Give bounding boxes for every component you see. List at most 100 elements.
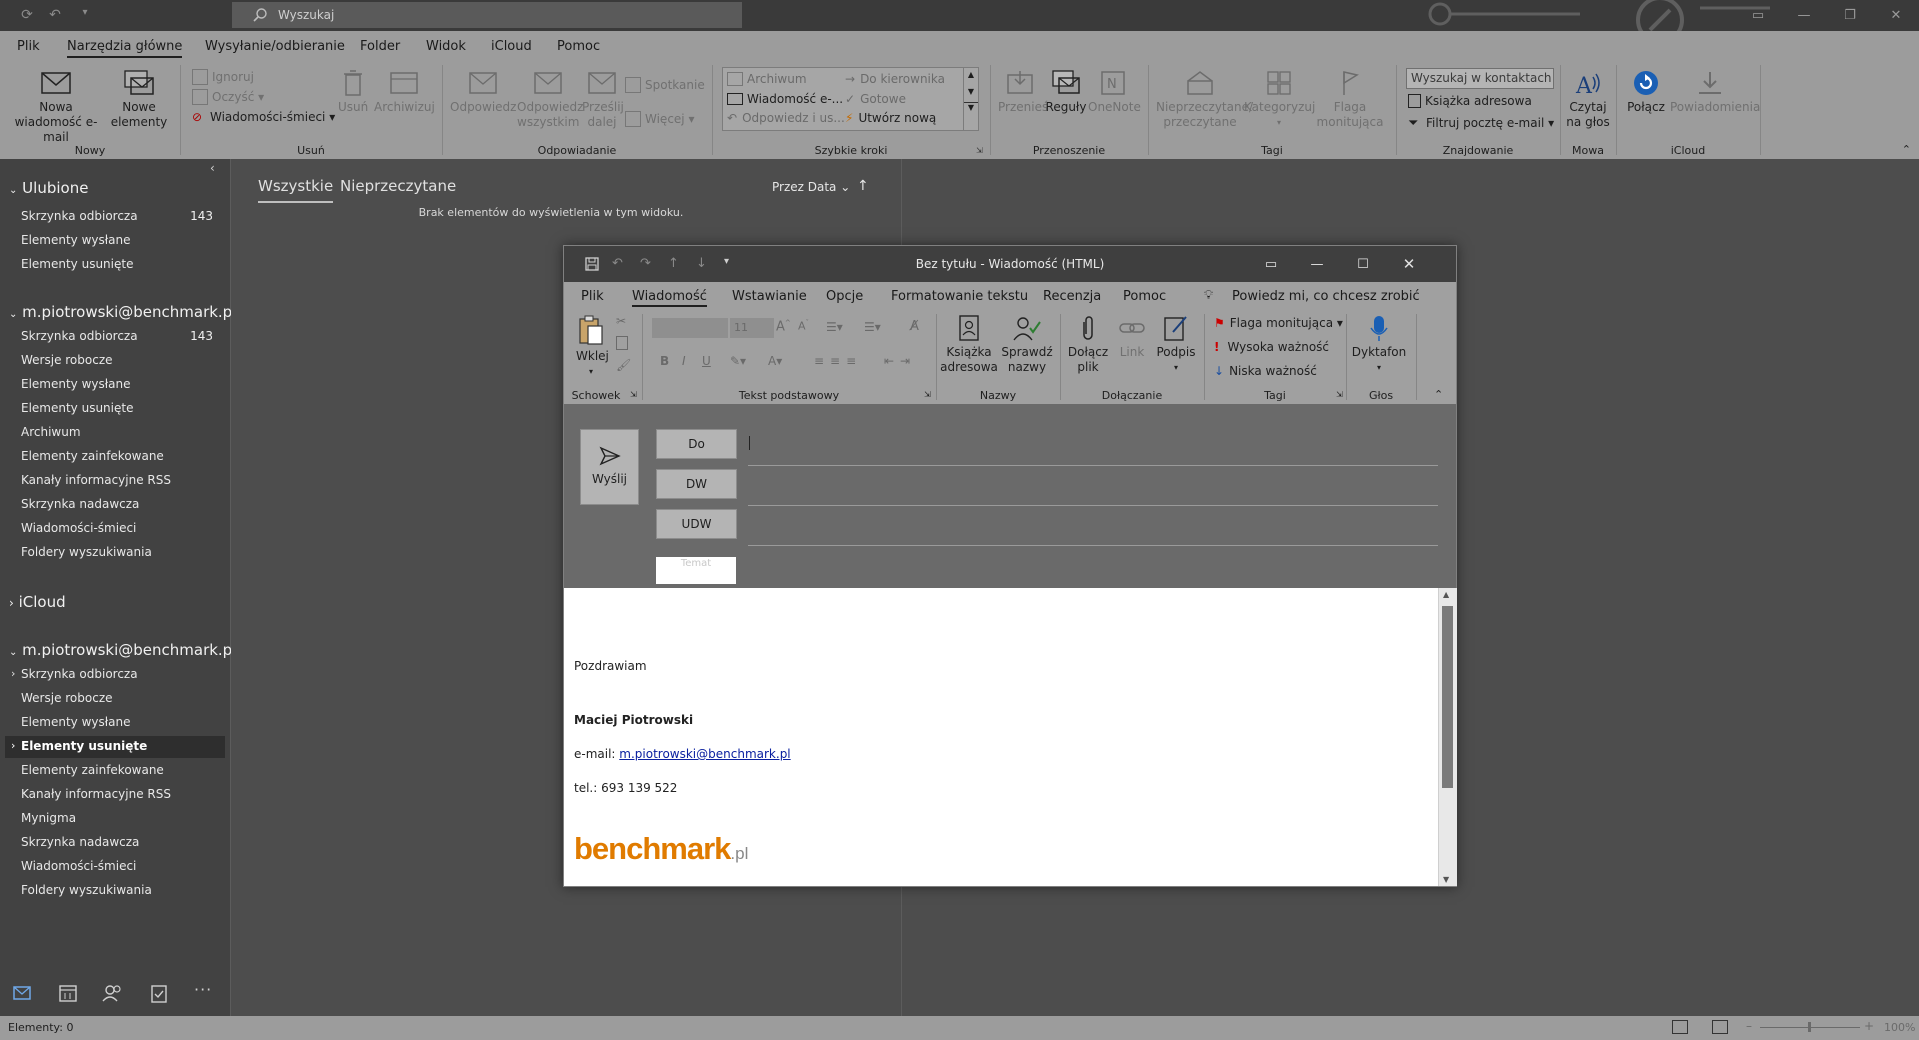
folder-item[interactable]: Mynigma: [21, 811, 76, 825]
folder-item[interactable]: Archiwum: [21, 425, 81, 439]
new-items-button[interactable]: Nowe elementy: [108, 69, 170, 130]
bcc-input[interactable]: [748, 545, 1438, 546]
account-header[interactable]: ⌄ m.piotrowski@benchmark.pl: [9, 641, 236, 659]
rules-button[interactable]: Reguły: [1044, 69, 1088, 115]
read-aloud-button[interactable]: A Czytaj na głos: [1566, 69, 1610, 130]
favorites-header[interactable]: ⌄ Ulubione: [9, 179, 88, 197]
collapse-pane-icon[interactable]: ‹: [210, 161, 215, 175]
ribbon-display-options-icon[interactable]: ▭: [1735, 0, 1781, 31]
shrink-font-icon[interactable]: Aˇ: [798, 319, 809, 333]
grow-font-icon[interactable]: A^: [776, 319, 791, 334]
folder-item[interactable]: Elementy zainfekowane: [21, 449, 164, 463]
reply-button[interactable]: Odpowiedz: [450, 69, 516, 115]
format-painter-icon[interactable]: 🖌︎: [616, 358, 631, 372]
high-importance-button[interactable]: ! Wysoka ważność: [1214, 340, 1329, 354]
link-button[interactable]: Link: [1112, 314, 1152, 360]
tab-view[interactable]: Widok: [426, 39, 466, 54]
quick-step-create-new[interactable]: ⚡ Utwórz nową: [845, 111, 936, 125]
folder-item[interactable]: Foldery wyszukiwania: [21, 545, 152, 559]
filter-tab-all[interactable]: Wszystkie: [258, 177, 334, 203]
tab-help[interactable]: Pomoc: [557, 39, 600, 54]
tab-options[interactable]: Opcje: [826, 289, 863, 304]
low-importance-button[interactable]: ↓ Niska ważność: [1214, 364, 1317, 378]
tab-message[interactable]: Wiadomość: [632, 289, 707, 307]
highlight-icon[interactable]: ✎▾: [730, 354, 746, 368]
tab-file[interactable]: Plik: [17, 39, 40, 54]
font-name-dropdown[interactable]: [652, 318, 728, 338]
bold-icon[interactable]: B: [660, 354, 669, 368]
reading-view-icon[interactable]: [1712, 1020, 1728, 1034]
mail-icon[interactable]: [11, 982, 33, 1004]
onenote-button[interactable]: N OneNote: [1088, 69, 1141, 115]
tab-file[interactable]: Plik: [581, 289, 604, 304]
undo-icon[interactable]: ↶: [46, 7, 64, 25]
quick-step-done[interactable]: ✓ Gotowe: [845, 92, 906, 106]
quick-step-manager[interactable]: → Do kierownika: [845, 72, 945, 86]
clean-up-button[interactable]: Oczyść ▾: [192, 89, 264, 105]
zoom-out-icon[interactable]: –: [1746, 1019, 1752, 1033]
restore-icon[interactable]: ❐: [1827, 0, 1873, 31]
font-color-icon[interactable]: A▾: [768, 354, 782, 368]
ignore-button[interactable]: Ignoruj: [192, 69, 254, 85]
folder-item[interactable]: Skrzynka odbiorcza: [21, 667, 138, 681]
paste-button[interactable]: Wklej ▾: [576, 314, 609, 379]
check-names-button[interactable]: Sprawdź nazwy: [998, 314, 1056, 375]
meeting-button[interactable]: Spotkanie: [625, 77, 705, 93]
folder-item[interactable]: Elementy zainfekowane: [21, 763, 164, 777]
italic-icon[interactable]: I: [682, 354, 686, 368]
tab-format-text[interactable]: Formatowanie tekstu: [891, 289, 1028, 304]
junk-button[interactable]: ⊘ Wiadomości-śmieci ▾: [192, 110, 335, 124]
close-icon[interactable]: ✕: [1386, 246, 1432, 282]
subject-input[interactable]: Temat: [656, 557, 736, 584]
move-button[interactable]: Przenieś: [998, 69, 1048, 115]
quick-steps-scroll[interactable]: ▲ ▼ ▼: [963, 68, 978, 130]
categorize-button[interactable]: Kategoryzuj ▾: [1244, 69, 1315, 130]
folder-item[interactable]: Wersje robocze: [21, 691, 113, 705]
tab-icloud[interactable]: iCloud: [491, 39, 532, 54]
filter-email-button[interactable]: ⏷ Filtruj pocztę e-mail ▾: [1408, 116, 1554, 131]
reply-all-button[interactable]: Odpowiedz wszystkim: [517, 69, 583, 130]
sort-dropdown[interactable]: Przez Data ⌄: [772, 180, 850, 194]
folder-item[interactable]: Elementy wysłane: [21, 233, 131, 247]
tab-help[interactable]: Pomoc: [1123, 289, 1166, 304]
filter-tab-unread[interactable]: Nieprzeczytane: [340, 177, 456, 195]
folder-item[interactable]: Wiadomości-śmieci: [21, 521, 136, 535]
address-book-button[interactable]: Książka adresowa: [940, 314, 998, 375]
cut-icon[interactable]: ✂: [616, 314, 626, 328]
tab-send-receive[interactable]: Wysyłanie/odbieranie: [205, 39, 345, 54]
follow-up-flag-button[interactable]: Flaga monitująca: [1314, 69, 1386, 130]
attach-file-button[interactable]: Dołącz plik: [1064, 314, 1112, 375]
font-size-dropdown[interactable]: 11: [730, 318, 774, 338]
zoom-level[interactable]: 100%: [1884, 1021, 1915, 1034]
signature-button[interactable]: Podpis ▾: [1154, 314, 1198, 375]
tab-insert[interactable]: Wstawianie: [732, 289, 807, 304]
ribbon-display-options-icon[interactable]: ▭: [1248, 246, 1294, 282]
body-scrollbar[interactable]: ▲ ▼: [1438, 588, 1457, 886]
follow-up-flag-button[interactable]: ⚑ Flaga monitująca ▾: [1214, 316, 1343, 330]
message-body[interactable]: Pozdrawiam Maciej Piotrowski e-mail: m.p…: [564, 588, 1438, 886]
address-book-button[interactable]: Książka adresowa: [1408, 94, 1532, 108]
folder-item[interactable]: Wersje robocze: [21, 353, 113, 367]
unread-read-button[interactable]: Nieprzeczytane/ przeczytane: [1156, 69, 1253, 130]
folder-item[interactable]: Skrzynka odbiorcza: [21, 209, 138, 223]
alignment-icons[interactable]: ≡≡≡: [814, 354, 862, 368]
folder-item[interactable]: Skrzynka nadawcza: [21, 835, 139, 849]
cc-input[interactable]: [748, 505, 1438, 506]
tasks-icon[interactable]: [148, 982, 170, 1004]
more-modules-icon[interactable]: ···: [194, 980, 212, 999]
folder-item[interactable]: Kanały informacyjne RSS: [21, 787, 171, 801]
forward-button[interactable]: Prześlij dalej: [582, 69, 624, 130]
quick-step-archive[interactable]: Archiwum: [727, 72, 807, 86]
zoom-in-icon[interactable]: +: [1864, 1019, 1874, 1033]
close-icon[interactable]: ✕: [1873, 0, 1919, 31]
basic-text-launcher-icon[interactable]: ⇲: [924, 390, 931, 399]
sync-icon[interactable]: ⟳: [18, 7, 36, 25]
folder-item[interactable]: Elementy wysłane: [21, 377, 131, 391]
search-contacts-input[interactable]: Wyszukaj w kontaktach: [1406, 68, 1554, 89]
scroll-down-icon[interactable]: ▼: [1443, 875, 1449, 884]
folder-item[interactable]: Wiadomości-śmieci: [21, 859, 136, 873]
chevron-right-icon[interactable]: ›: [11, 667, 15, 680]
to-button[interactable]: Do: [656, 429, 737, 459]
sort-direction-icon[interactable]: ↑: [857, 178, 869, 194]
account-header[interactable]: ⌄ m.piotrowski@benchmark.pl: [9, 303, 236, 321]
